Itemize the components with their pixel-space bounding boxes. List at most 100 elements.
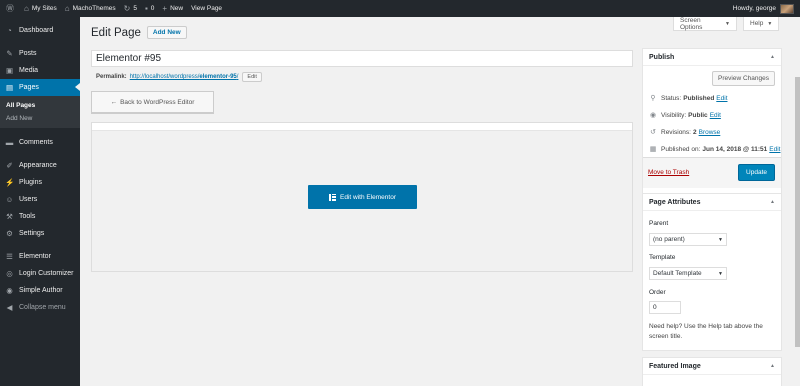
sidebar-item-label: Elementor: [19, 253, 51, 260]
featured-image-header[interactable]: Featured Image ▲: [643, 358, 781, 375]
status-value: Published: [683, 94, 715, 102]
sidebar-item-dashboard[interactable]: ◔ Dashboard: [0, 22, 80, 39]
sidebar-item-label: Users: [19, 196, 38, 203]
order-input[interactable]: 0: [649, 301, 681, 314]
sidebar-item-tools[interactable]: ⚒ Tools: [0, 208, 80, 225]
status-row: ⚲ Status: Published Edit: [649, 94, 727, 103]
submenu-all-pages[interactable]: All Pages: [0, 99, 80, 112]
arrow-left-icon: ←: [110, 98, 118, 106]
screen-options-tab[interactable]: Screen Options ▼: [673, 17, 737, 31]
sidebar-item-label: Settings: [19, 230, 45, 237]
permalink-slug: elementor-95: [199, 74, 237, 80]
new-content-menu[interactable]: + New: [158, 0, 187, 17]
publish-actions: Move to Trash Update: [643, 157, 781, 188]
page-heading: Edit Page Add New: [91, 26, 187, 39]
published-value: Jun 14, 2018 @ 11:51: [702, 145, 768, 153]
permalink-link[interactable]: http://localhost/wordpress/elementor-95/: [130, 74, 239, 80]
calendar-icon: ▦: [649, 146, 657, 153]
revisions-label: Revisions:: [661, 128, 691, 136]
sidebar-item-label: Dashboard: [19, 27, 54, 34]
parent-label: Parent: [649, 220, 669, 227]
date-edit-link[interactable]: Edit: [769, 146, 780, 153]
sidebar-item-label: Plugins: [19, 179, 42, 186]
elementor-icon: ☰: [6, 252, 13, 261]
page-title: Edit Page: [91, 26, 141, 39]
publish-box-title: Publish: [649, 53, 675, 61]
permalink-trail: /: [236, 74, 239, 80]
publish-box-header[interactable]: Publish ▲: [643, 49, 781, 66]
my-sites-menu[interactable]: ⌂ My Sites: [20, 0, 61, 17]
sidebar-item-label: Tools: [19, 213, 36, 220]
sidebar-item-login-customizer[interactable]: ◎ Login Customizer: [0, 265, 80, 282]
collapse-menu-button[interactable]: ◀ Collapse menu: [0, 299, 80, 316]
status-edit-link[interactable]: Edit: [716, 95, 727, 102]
browse-revisions-link[interactable]: Browse: [699, 129, 721, 136]
preview-changes-button[interactable]: Preview Changes: [712, 71, 775, 86]
sidebar-item-label: Media: [19, 67, 39, 74]
parent-select[interactable]: (no parent) ▼: [649, 233, 727, 246]
wordpress-logo-icon[interactable]: Ⓦ: [0, 0, 20, 17]
updates-icon: ↻: [123, 4, 131, 13]
elementor-button-label: Edit with Elementor: [340, 193, 396, 201]
sidebar-item-simple-author[interactable]: ◉ Simple Author: [0, 282, 80, 299]
status-label: Status:: [661, 94, 682, 102]
sidebar-item-label: Collapse menu: [19, 304, 66, 311]
site-name-menu[interactable]: ⌂ MachoThemes: [61, 0, 120, 17]
sidebar-item-label: Comments: [19, 139, 53, 146]
collapse-up-icon[interactable]: ▲: [770, 199, 775, 205]
help-tab[interactable]: Help ▼: [743, 17, 779, 31]
elementor-icon: [329, 193, 336, 201]
sidebar-item-users[interactable]: ☺ Users: [0, 191, 80, 208]
add-new-button[interactable]: Add New: [146, 26, 187, 39]
permalink-edit-button[interactable]: Edit: [242, 72, 262, 82]
view-page-label: View Page: [191, 5, 223, 12]
page-attributes-header[interactable]: Page Attributes ▲: [643, 194, 781, 211]
wrench-icon: ⚒: [6, 212, 13, 221]
move-to-trash-link[interactable]: Move to Trash: [648, 169, 689, 176]
sidebar-item-pages[interactable]: ▤ Pages: [0, 79, 80, 96]
home-icon: ⌂: [64, 4, 70, 13]
sidebar-item-appearance[interactable]: ✐ Appearance: [0, 157, 80, 174]
caret-down-icon: ▼: [767, 20, 773, 27]
template-select[interactable]: Default Template ▼: [649, 267, 727, 280]
post-title-input[interactable]: Elementor #95: [91, 50, 633, 67]
sidebar-item-settings[interactable]: ⚙ Settings: [0, 225, 80, 242]
sites-icon: ⌂: [24, 4, 29, 13]
parent-select-value: (no parent): [653, 236, 685, 243]
sidebar-item-label: Posts: [19, 50, 37, 57]
new-label: New: [170, 5, 184, 12]
updates-menu[interactable]: ↻ 5: [120, 0, 141, 17]
visibility-edit-link[interactable]: Edit: [710, 112, 721, 119]
back-to-wordpress-editor-button[interactable]: ← Back to WordPress Editor: [91, 91, 214, 113]
sidebar-item-posts[interactable]: ✎ Posts: [0, 45, 80, 62]
admin-sidebar: ◔ Dashboard ✎ Posts ▣ Media ▤ Pages All Page…: [0, 17, 80, 386]
elementor-editor-area: Edit with Elementor: [91, 122, 633, 272]
pages-submenu: All Pages Add New: [0, 96, 80, 128]
visibility-label: Visibility:: [661, 111, 687, 119]
avatar[interactable]: [780, 3, 794, 14]
revisions-row: ↺ Revisions: 2 Browse: [649, 128, 721, 137]
page-scrollbar[interactable]: [795, 17, 800, 386]
login-icon: ◎: [6, 269, 13, 278]
edit-with-elementor-button[interactable]: Edit with Elementor: [308, 185, 417, 209]
dropdown-arrow-icon: ▼: [718, 236, 723, 243]
featured-image-title: Featured Image: [649, 362, 701, 370]
sidebar-item-elementor[interactable]: ☰ Elementor: [0, 248, 80, 265]
collapse-up-icon[interactable]: ▲: [770, 363, 775, 369]
account-menu[interactable]: Howdy, george: [729, 0, 776, 17]
plugin-icon: ⚡: [5, 178, 15, 187]
update-button[interactable]: Update: [738, 164, 775, 181]
sidebar-item-label: Simple Author: [19, 287, 63, 294]
comments-menu[interactable]: ▪ 0: [141, 0, 158, 17]
collapse-up-icon[interactable]: ▲: [770, 54, 775, 60]
submenu-add-new[interactable]: Add New: [0, 112, 80, 125]
scrollbar-thumb[interactable]: [795, 77, 800, 347]
media-icon: ▣: [5, 66, 14, 75]
sidebar-item-plugins[interactable]: ⚡ Plugins: [0, 174, 80, 191]
sidebar-item-comments[interactable]: ▬ Comments: [0, 134, 80, 151]
visibility-row: ◉ Visibility: Public Edit: [649, 111, 721, 120]
sidebar-item-media[interactable]: ▣ Media: [0, 62, 80, 79]
author-icon: ◉: [6, 286, 13, 295]
view-page-link[interactable]: View Page: [187, 0, 226, 17]
help-label: Help: [750, 20, 764, 27]
